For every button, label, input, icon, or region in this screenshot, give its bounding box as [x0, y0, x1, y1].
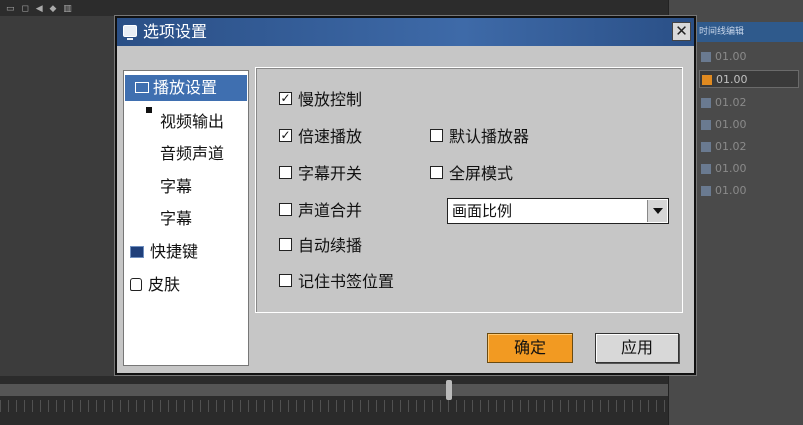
- option-fullscreen[interactable]: 全屏模式: [430, 163, 513, 185]
- aspect-ratio-select[interactable]: 画面比例: [447, 198, 669, 224]
- skin-icon: [130, 278, 142, 291]
- track-row[interactable]: 01.02: [699, 138, 799, 156]
- checkbox-icon[interactable]: [279, 166, 292, 179]
- checkbox-icon[interactable]: [430, 129, 443, 142]
- clip-icon: [701, 142, 711, 152]
- monitor-icon: [123, 25, 137, 40]
- checkbox-icon[interactable]: [279, 238, 292, 251]
- apply-button[interactable]: 应用: [595, 333, 679, 363]
- track-row[interactable]: 01.02: [699, 94, 799, 112]
- option-subtitle-switch[interactable]: 字幕开关: [279, 163, 362, 185]
- checkbox-checked-icon[interactable]: ✓: [279, 129, 292, 142]
- option-channel-merge[interactable]: 声道合并: [279, 200, 362, 222]
- bullet-icon: [146, 107, 152, 113]
- checkbox-checked-icon[interactable]: ✓: [279, 92, 292, 105]
- option-default-player[interactable]: 默认播放器: [430, 126, 529, 148]
- timeline-track[interactable]: [0, 384, 668, 396]
- nav-item-subtitle-2[interactable]: 字幕: [160, 206, 192, 232]
- settings-nav: 播放设置 视频输出 音频声道 字幕 字幕 快捷键 皮肤: [123, 70, 249, 366]
- options-dialog: 选项设置 ✕ 播放设置 视频输出 音频声道 字幕 字幕 快捷键 皮肤 ✓ 慢放控制…: [115, 16, 696, 375]
- monitor-icon: [135, 82, 149, 93]
- nav-item-subtitle[interactable]: 字幕: [160, 174, 192, 200]
- clip-icon: [701, 120, 711, 130]
- select-value: 画面比例: [452, 202, 513, 220]
- clip-icon: [701, 164, 711, 174]
- playhead-handle[interactable]: [446, 380, 452, 400]
- keyboard-icon: [130, 245, 144, 258]
- clip-icon: [701, 186, 711, 196]
- close-button[interactable]: ✕: [672, 22, 691, 41]
- track-row[interactable]: 01.00: [699, 116, 799, 134]
- option-remember-bookmark[interactable]: 记住书签位置: [279, 271, 394, 293]
- track-row[interactable]: 01.00: [699, 160, 799, 178]
- nav-item-skin[interactable]: 皮肤: [130, 272, 180, 298]
- track-row[interactable]: 01.00: [699, 182, 799, 200]
- option-speed-play[interactable]: ✓ 倍速播放: [279, 126, 362, 148]
- dialog-titlebar: 选项设置 ✕: [117, 18, 694, 46]
- option-slow-play[interactable]: ✓ 慢放控制: [279, 89, 362, 111]
- clip-icon: [701, 52, 711, 62]
- checkbox-icon[interactable]: [279, 203, 292, 216]
- track-row[interactable]: 01.00: [699, 48, 799, 66]
- chevron-down-icon[interactable]: [647, 200, 667, 222]
- nav-item-audio-channel[interactable]: 音频声道: [160, 141, 224, 167]
- toolbar-icons: ▭ ◻ ◀ ◆ ▥: [6, 4, 74, 14]
- dialog-title: 选项设置: [143, 22, 208, 41]
- ok-button[interactable]: 确定: [487, 333, 573, 363]
- timeline-ruler: [0, 400, 668, 412]
- nav-item-video-output[interactable]: 视频输出: [160, 109, 224, 135]
- checkbox-icon[interactable]: [279, 274, 292, 287]
- track-row[interactable]: 01.00: [699, 70, 799, 88]
- nav-item-shortcuts[interactable]: 快捷键: [130, 239, 198, 265]
- clip-icon: [702, 75, 712, 85]
- clip-icon: [701, 98, 711, 108]
- checkbox-icon[interactable]: [430, 166, 443, 179]
- option-auto-continue[interactable]: 自动续播: [279, 235, 362, 257]
- nav-item-playback[interactable]: 播放设置: [125, 75, 247, 101]
